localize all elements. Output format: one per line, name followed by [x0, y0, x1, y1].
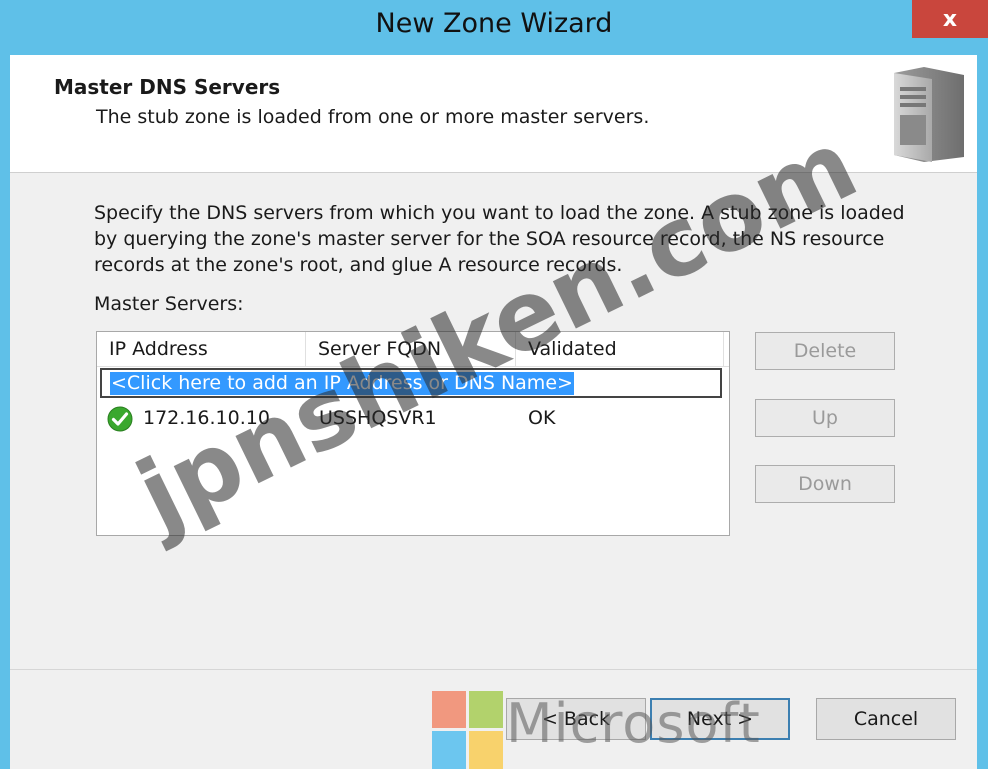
column-validated[interactable]: Validated	[516, 332, 724, 366]
cell-server-fqdn: USSHQSVR1	[319, 407, 437, 429]
master-servers-list[interactable]: IP Address Server FQDN Validated <Click …	[96, 331, 730, 536]
column-ip-address[interactable]: IP Address	[97, 332, 306, 366]
instructions-text: Specify the DNS servers from which you w…	[94, 202, 905, 276]
delete-button[interactable]: Delete	[755, 332, 895, 370]
master-servers-label: Master Servers:	[94, 293, 244, 315]
up-button[interactable]: Up	[755, 399, 895, 437]
list-item[interactable]: 172.16.10.10 USSHQSVR1 OK	[97, 402, 729, 434]
server-icon	[894, 67, 964, 162]
page-title: Master DNS Servers	[54, 75, 281, 99]
microsoft-logo-icon	[432, 691, 503, 769]
cell-validated: OK	[528, 407, 556, 429]
add-server-row[interactable]: <Click here to add an IP Address or DNS …	[100, 368, 722, 398]
microsoft-watermark: Microsoft	[506, 692, 761, 755]
cancel-button[interactable]: Cancel	[816, 698, 956, 740]
column-server-fqdn[interactable]: Server FQDN	[306, 332, 516, 366]
cell-ip-address: 172.16.10.10	[143, 407, 270, 429]
close-button[interactable]: x	[912, 0, 988, 38]
add-server-prompt[interactable]: <Click here to add an IP Address or DNS …	[110, 372, 574, 395]
window-title: New Zone Wizard	[375, 8, 613, 39]
footer-divider	[10, 669, 977, 670]
down-button[interactable]: Down	[755, 465, 895, 503]
title-bar: New Zone Wizard	[0, 0, 988, 55]
wizard-header: Master DNS Servers The stub zone is load…	[10, 55, 977, 173]
wizard-client-area: Master DNS Servers The stub zone is load…	[10, 55, 977, 769]
page-subtitle: The stub zone is loaded from one or more…	[96, 106, 650, 128]
green-check-icon	[107, 406, 133, 432]
list-header: IP Address Server FQDN Validated	[97, 332, 729, 367]
